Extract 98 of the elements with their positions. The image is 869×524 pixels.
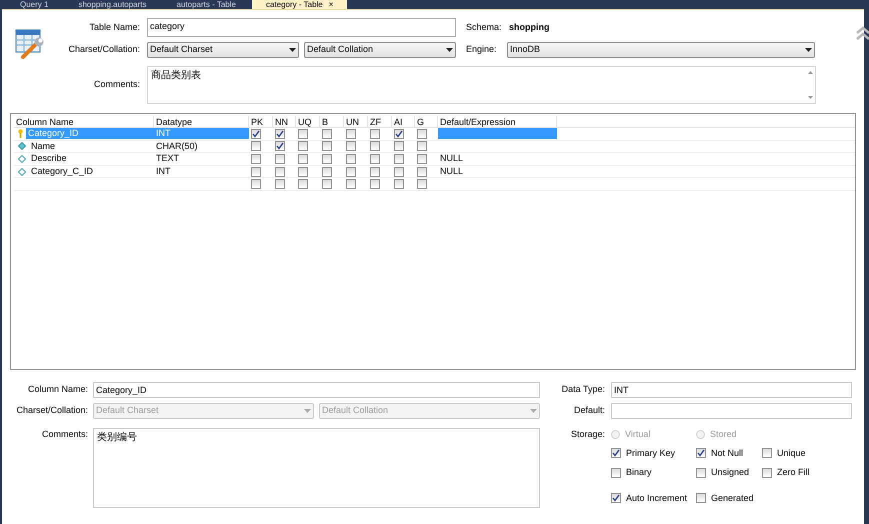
document-tab[interactable]: Query 1 bbox=[6, 0, 62, 9]
caret-icon bbox=[805, 48, 812, 52]
column-name-label: Column Name: bbox=[26, 383, 89, 396]
filled-diamond-icon bbox=[18, 142, 26, 150]
flag-checkbox[interactable] bbox=[346, 179, 356, 190]
flag-checkbox[interactable] bbox=[322, 141, 332, 152]
comments-label: Comments: bbox=[92, 78, 141, 92]
flag-checkbox[interactable] bbox=[394, 166, 404, 177]
checkbox-label: Zero Fill bbox=[777, 466, 810, 479]
flag-checkbox[interactable] bbox=[275, 141, 285, 152]
flag-checkbox[interactable] bbox=[417, 154, 427, 164]
column-header[interactable]: UQ bbox=[296, 116, 320, 128]
flag-checkbox[interactable] bbox=[322, 179, 332, 190]
flag-checkbox[interactable] bbox=[370, 166, 380, 177]
column-header[interactable]: B bbox=[320, 116, 344, 128]
flag-checkbox[interactable] bbox=[394, 179, 404, 190]
close-button[interactable]: × bbox=[328, 0, 334, 8]
flag-checkbox[interactable] bbox=[251, 141, 261, 152]
charset-label: Charset/Collation: bbox=[15, 404, 89, 418]
column-header[interactable]: AI bbox=[392, 116, 415, 128]
table-cell[interactable]: Category_C_ID bbox=[29, 166, 154, 178]
flag-checkbox[interactable] bbox=[275, 154, 285, 164]
document-tab[interactable]: autoparts - Table bbox=[162, 0, 250, 9]
checkbox-label: Unique bbox=[777, 446, 806, 460]
collation-dropdown[interactable]: Default Collation bbox=[304, 42, 456, 58]
flag-checkbox[interactable] bbox=[298, 141, 308, 152]
table-name-label: Table Name: bbox=[88, 20, 141, 34]
flag-checkbox[interactable] bbox=[346, 128, 356, 139]
column-header[interactable]: NN bbox=[273, 116, 296, 128]
flag-checkbox[interactable] bbox=[370, 141, 380, 152]
caret-icon bbox=[530, 409, 537, 413]
document-tab[interactable]: shopping.autoparts bbox=[64, 0, 161, 9]
flag-checkbox[interactable] bbox=[370, 154, 380, 164]
flag-checkbox[interactable] bbox=[370, 179, 380, 190]
table-cell[interactable]: INT bbox=[154, 166, 249, 178]
flag-checkbox[interactable] bbox=[394, 128, 404, 139]
flag-checkbox[interactable] bbox=[346, 154, 356, 164]
data-type-label: Data Type: bbox=[560, 383, 606, 396]
flag-checkbox[interactable] bbox=[370, 128, 380, 139]
table-cell[interactable]: TEXT bbox=[154, 153, 249, 164]
flag-checkbox[interactable] bbox=[322, 154, 332, 164]
flag-checkbox[interactable] bbox=[322, 128, 332, 139]
flag-checkbox[interactable] bbox=[394, 141, 404, 152]
collapse-icon[interactable] bbox=[856, 26, 869, 40]
key-icon bbox=[18, 129, 23, 138]
table-cell[interactable]: Describe bbox=[29, 153, 154, 164]
default-label: Default: bbox=[572, 404, 606, 418]
table-name-field[interactable]: category bbox=[147, 18, 456, 37]
flag-checkbox[interactable] bbox=[251, 166, 261, 177]
table-cell[interactable]: CHAR(50) bbox=[154, 140, 249, 152]
column-header[interactable]: PK bbox=[249, 116, 273, 128]
column-header[interactable]: ZF bbox=[368, 116, 392, 128]
checkbox-label: Binary bbox=[626, 466, 652, 479]
flag-checkbox[interactable] bbox=[275, 128, 285, 139]
flag-checkbox[interactable] bbox=[417, 179, 427, 190]
column-header[interactable]: UN bbox=[344, 116, 368, 128]
flag-checkbox[interactable] bbox=[298, 179, 308, 190]
flag-checkbox[interactable] bbox=[275, 166, 285, 177]
checkbox-label: Generated bbox=[711, 492, 754, 504]
charset-label: Charset/Collation: bbox=[67, 43, 141, 56]
comments-field[interactable]: 商品类别表 bbox=[147, 66, 816, 104]
table-cell[interactable]: NULL bbox=[438, 153, 557, 164]
table-cell[interactable]: Name bbox=[29, 140, 154, 152]
flag-checkbox[interactable] bbox=[298, 154, 308, 164]
checkbox-label: Auto Increment bbox=[626, 492, 688, 504]
radio-label: Stored bbox=[710, 428, 737, 441]
checkbox-label: Not Null bbox=[711, 446, 744, 460]
flag-checkbox[interactable] bbox=[394, 154, 404, 164]
caret-icon bbox=[304, 409, 311, 413]
flag-checkbox[interactable] bbox=[275, 179, 285, 190]
flag-checkbox[interactable] bbox=[417, 141, 427, 152]
charset-dropdown[interactable]: Default Charset bbox=[147, 42, 299, 58]
flag-checkbox[interactable] bbox=[251, 179, 261, 190]
flag-checkbox[interactable] bbox=[346, 166, 356, 177]
flag-checkbox[interactable] bbox=[251, 128, 261, 139]
default-field[interactable] bbox=[611, 403, 852, 419]
radio-label: Virtual bbox=[625, 428, 650, 441]
engine-dropdown[interactable]: InnoDB bbox=[507, 42, 815, 58]
checkbox-label: Primary Key bbox=[626, 446, 676, 460]
comments-label: Comments: bbox=[40, 428, 89, 441]
document-tab[interactable]: category - Table × bbox=[252, 0, 348, 9]
flag-checkbox[interactable] bbox=[322, 166, 332, 177]
flag-checkbox[interactable] bbox=[298, 128, 308, 139]
engine-label: Engine: bbox=[466, 43, 498, 56]
caret-icon bbox=[289, 48, 296, 52]
flag-checkbox[interactable] bbox=[298, 166, 308, 177]
flag-checkbox[interactable] bbox=[251, 154, 261, 164]
checkbox-label: Unsigned bbox=[711, 466, 750, 479]
storage-label: Storage: bbox=[570, 428, 606, 441]
flag-checkbox[interactable] bbox=[417, 166, 427, 177]
column-header[interactable]: G bbox=[415, 116, 438, 128]
selected-cell[interactable] bbox=[438, 128, 557, 140]
caret-icon bbox=[446, 48, 453, 52]
schema-label: Schema: bbox=[466, 20, 503, 34]
table-cell[interactable]: NULL bbox=[438, 166, 557, 178]
flag-checkbox[interactable] bbox=[417, 128, 427, 139]
flag-checkbox[interactable] bbox=[346, 141, 356, 152]
schema-value: shopping bbox=[509, 20, 550, 34]
